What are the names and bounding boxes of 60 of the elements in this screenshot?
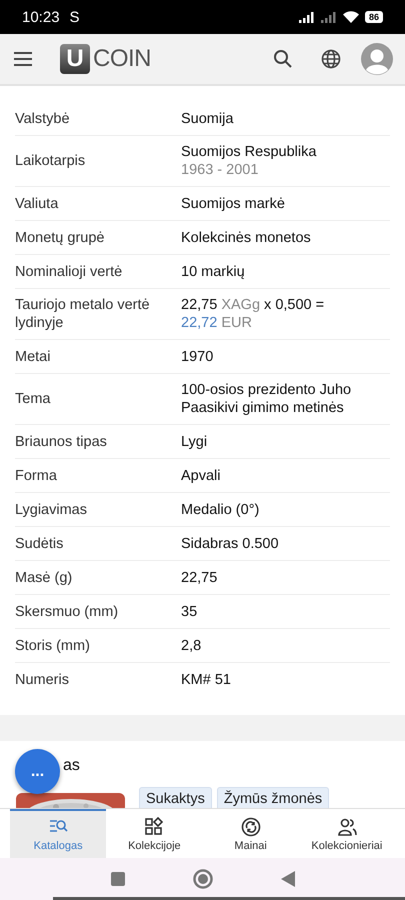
- search-icon[interactable]: [273, 49, 293, 69]
- field-value: Suomija: [181, 110, 234, 128]
- field-label: Tema: [15, 390, 52, 408]
- field-value: Suomijos Respublika: [181, 143, 318, 161]
- exchange-icon: [240, 817, 261, 837]
- field-value: 1970: [181, 348, 214, 366]
- field-value: 1963 - 2001: [181, 161, 260, 179]
- clock: 10:23: [22, 8, 60, 26]
- field-value: 22,72 EUR: [181, 314, 253, 332]
- field-label: Skersmuo (mm): [15, 602, 120, 620]
- home-button[interactable]: [192, 869, 212, 889]
- field-label: Masė (g): [15, 568, 74, 586]
- field-value: Suomijos markė: [181, 194, 286, 212]
- field-label: Numeris: [15, 671, 70, 689]
- field-value: Kolekcinės monetos: [181, 228, 312, 246]
- section-title: as: [63, 757, 80, 775]
- field-label: Tauriojo metalo vertė lydinyje: [15, 296, 151, 332]
- tag[interactable]: Žymūs žmonės: [216, 787, 330, 808]
- wifi-icon: [342, 11, 359, 23]
- field-label: Briaunos tipas: [15, 432, 108, 450]
- field-label: Monetų grupė: [15, 228, 106, 246]
- carrier-letter: S: [70, 8, 80, 26]
- field-value: 22,75 XAGg x 0,500 =: [181, 296, 326, 314]
- field-value: Apvali: [181, 466, 222, 484]
- field-value: 10 markių: [181, 262, 246, 280]
- field-value: 35: [181, 602, 198, 620]
- nav-tab[interactable]: Katalogas: [10, 809, 106, 858]
- recents-button[interactable]: [110, 872, 124, 886]
- field-label: Lygiavimas: [15, 500, 88, 518]
- signal-icon: [298, 12, 315, 22]
- field-value: Lygi: [181, 432, 208, 450]
- people-icon: [336, 817, 357, 837]
- field-label: Laikotarpis: [15, 152, 86, 170]
- nav-tab[interactable]: Kolekcionieriai: [298, 809, 395, 858]
- field-value: Medalio (0°): [181, 500, 260, 518]
- field-label: Storis (mm): [15, 636, 91, 654]
- field-value: KM# 51: [181, 671, 232, 689]
- field-label: Metai: [15, 348, 52, 366]
- battery-level: 86: [364, 11, 383, 23]
- menu-icon[interactable]: [14, 52, 32, 66]
- logo-mark[interactable]: U: [60, 44, 90, 74]
- nav-tab[interactable]: Mainai: [202, 809, 299, 858]
- field-label: Sudėtis: [15, 534, 64, 552]
- back-button[interactable]: [280, 871, 294, 887]
- field-label: Forma: [15, 466, 58, 484]
- signal-icon: [320, 12, 337, 22]
- globe-icon[interactable]: [321, 49, 341, 69]
- avatar-icon[interactable]: [361, 43, 393, 75]
- field-value: 22,75: [181, 568, 218, 586]
- field-label: Valstybė: [15, 110, 71, 128]
- field-value: 100-osios prezidento Juho Paasikivi gimimo metinės: [181, 381, 352, 417]
- grid-icon: [144, 817, 164, 837]
- logo-text[interactable]: COIN: [93, 45, 151, 73]
- field-value: 2,8: [181, 636, 202, 654]
- field-label: Nominalioji vertė: [15, 262, 124, 280]
- nav-tab[interactable]: Kolekcijoje: [106, 809, 202, 858]
- field-label: Valiuta: [15, 194, 60, 212]
- field-value: Sidabras 0.500: [181, 534, 280, 552]
- more-button[interactable]: ...: [15, 749, 60, 794]
- tag[interactable]: Sukaktys: [139, 787, 212, 808]
